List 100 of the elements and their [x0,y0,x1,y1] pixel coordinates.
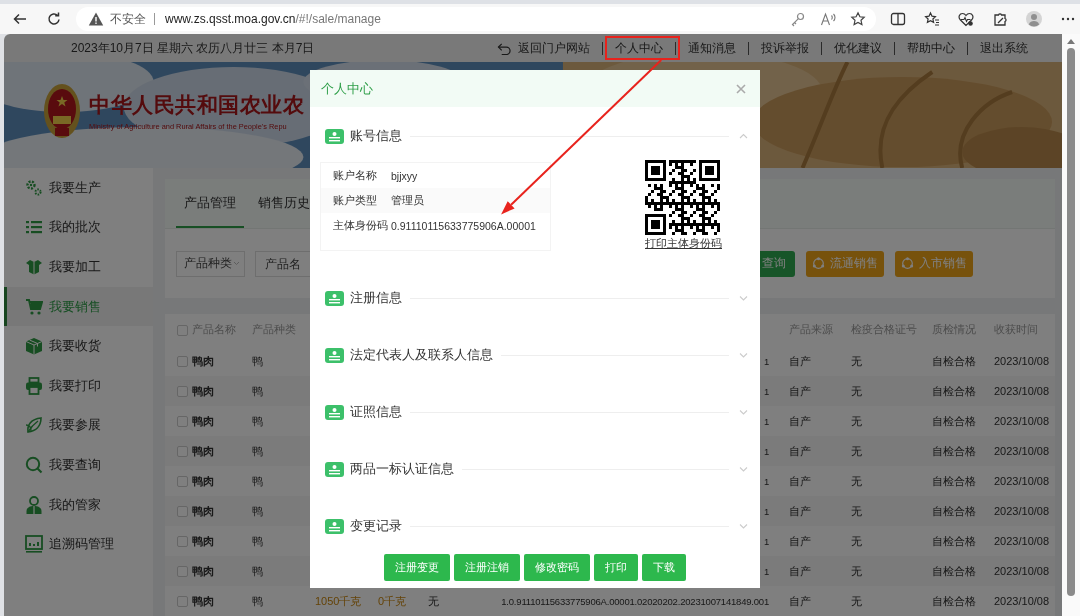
address-bar[interactable]: 不安全 www.zs.qsst.moa.gov.cn/#!/sale/manage [76,7,876,31]
heart-pulse-icon[interactable] [958,11,974,27]
table-cell: 2023/10/08 [994,355,1050,367]
table-cell: 鸭肉 [192,593,214,609]
checkbox[interactable] [177,415,188,427]
split-screen-icon[interactable] [890,11,906,27]
section-title: 法定代表人及联系人信息 [350,346,493,364]
back-link[interactable]: 返回门户网站 [485,41,602,55]
dialog-button[interactable]: 打印 [594,554,638,581]
section-header[interactable]: 变更记录 [325,516,748,536]
nav-link[interactable]: 退出系统 [967,41,1040,55]
box-icon [25,258,43,276]
table-cell: 无 [851,504,862,517]
section-header[interactable]: 法定代表人及联系人信息 [325,345,748,365]
table-cell: 2023/10/08 [994,505,1050,517]
nav-link[interactable]: 投诉举报 [748,41,821,55]
dialog-button[interactable]: 下载 [642,554,686,581]
table-cell: 鸭 [252,474,263,487]
checkbox[interactable] [177,535,188,547]
section-title: 注册信息 [350,289,402,307]
table-cell: 鸭 [252,594,263,607]
table-cell: 无 [851,594,862,607]
chevron-icon [739,295,748,301]
dialog-button[interactable]: 修改密码 [524,554,590,581]
checkbox[interactable] [177,355,188,367]
table-cell: 1 [763,475,769,487]
sidebar-item[interactable]: 我要查询 [4,445,153,485]
table-cell: 无 [428,594,439,607]
favorites-icon[interactable] [924,11,940,27]
tab[interactable]: 产品管理 [176,179,244,228]
scroll-up-icon[interactable] [1067,38,1075,44]
dialog-title: 个人中心 [321,79,373,98]
cycle-icon [812,257,825,270]
sidebar-item[interactable]: 我要销售 [4,286,153,327]
table-cell: 1 [763,445,769,457]
section-title: 两品一标认证信息 [350,460,454,478]
security-label[interactable]: 不安全 [110,13,155,25]
checkbox[interactable] [177,505,188,517]
table-cell: 自检合格 [932,534,976,547]
sidebar-item[interactable]: 我要加工 [4,247,153,287]
id-card-icon [325,347,344,363]
star-icon[interactable] [850,11,866,27]
nav-link[interactable]: 通知消息 [675,41,748,55]
table-cell: 鸭 [252,354,263,367]
table-cell: 自产 [789,564,811,577]
checkbox[interactable] [177,445,188,457]
scrollbar[interactable] [1062,34,1080,616]
nav-link[interactable]: 个人中心 [602,41,675,55]
nav-link[interactable]: 帮助中心 [894,41,967,55]
read-aloud-icon[interactable] [820,11,836,27]
section-header[interactable]: 账号信息 [325,126,748,146]
checkbox[interactable] [177,475,188,487]
table-cell: 鸭 [252,444,263,457]
sidebar-item[interactable]: 我要参展 [4,405,153,446]
table-cell: 鸭肉 [192,383,214,399]
avatar-icon[interactable] [1026,11,1042,27]
checkbox[interactable] [177,385,188,397]
close-button[interactable] [736,83,746,94]
select-field[interactable]: 产品种类 [176,250,245,277]
dialog-button[interactable]: 注册变更 [384,554,450,581]
table-cell: 2023/10/08 [994,415,1050,427]
checkbox[interactable] [177,565,188,577]
sidebar-item[interactable]: 我要打印 [4,365,153,406]
field-value: 管理员 [391,193,424,208]
scrollbar-thumb[interactable] [1067,48,1075,596]
section-title: 证照信息 [350,403,402,421]
chevron-icon [739,352,748,358]
emblem-icon [43,82,81,140]
print-link[interactable]: 打印主体身份码 [645,237,722,251]
sidebar-item[interactable]: 我要生产 [4,168,153,208]
table-cell: 鸭肉 [192,473,214,489]
table-cell: 无 [851,564,862,577]
table-cell: 自检合格 [932,354,976,367]
sidebar-item[interactable]: 追溯码管理 [4,524,153,564]
table-cell: 自产 [789,474,811,487]
table-cell: 无 [851,534,862,547]
section-header[interactable]: 注册信息 [325,288,748,308]
sidebar-item[interactable]: 我要收货 [4,326,153,366]
dialog-button[interactable]: 注册注销 [454,554,520,581]
search-icon [25,455,43,474]
table-cell: 鸭肉 [192,353,214,369]
table-cell: 1 [763,415,769,427]
field-label: 账户类型 [332,193,378,208]
table-cell: 自检合格 [932,444,976,457]
sidebar-item[interactable]: 我的批次 [4,207,153,248]
checkbox[interactable] [177,595,188,607]
table-cell: 0千克 [378,594,407,607]
table-cell: 自产 [789,504,811,517]
section-header[interactable]: 两品一标认证信息 [325,459,748,479]
checkbox[interactable] [177,324,188,336]
sidebar-item[interactable]: 我的管家 [4,484,153,525]
field-label: 主体身份码 [332,218,389,233]
date-text: 2023年10月7日 星期六 农历八月廿三 本月7日 [71,39,315,57]
key-icon[interactable] [790,11,806,27]
table-cell: 1050千克 [315,594,362,607]
section-header[interactable]: 证照信息 [325,402,748,422]
printer-icon [25,376,43,395]
table-cell: 鸭肉 [192,563,214,579]
tab[interactable]: 销售历史 [250,179,318,228]
nav-link[interactable]: 优化建议 [821,41,894,55]
